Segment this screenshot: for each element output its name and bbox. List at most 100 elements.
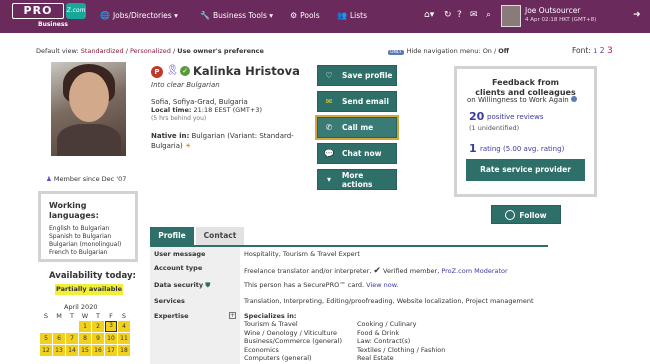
- data-security-text: This person has a SecurePRO™ card.: [244, 281, 365, 289]
- moderator-link[interactable]: ProZ.com Moderator: [441, 267, 507, 275]
- language-pair: Spanish to Bulgarian: [49, 233, 112, 240]
- more-actions-button[interactable]: ▾ More actions: [317, 169, 397, 190]
- calendar-day[interactable]: 10: [105, 333, 117, 344]
- calendar-day-header: S: [43, 312, 49, 320]
- nav-lists-label: Lists: [349, 11, 367, 20]
- data-security-value: This person has a SecurePRO™ card. View …: [244, 281, 399, 289]
- member-since: ♟ Member since Dec '07: [46, 175, 126, 183]
- calendar-day[interactable]: 17: [105, 345, 117, 356]
- profile-local-time: Local time: 21:18 EEST (GMT+3): [151, 106, 262, 114]
- profile-photo: [51, 62, 126, 156]
- save-profile-button[interactable]: ♡ Save profile: [317, 65, 397, 86]
- user-avatar[interactable]: [501, 5, 521, 27]
- native-label: Native in:: [151, 132, 190, 140]
- language-pair: French to Bulgarian: [49, 249, 108, 256]
- hide-nav-label: Hide navigation menu:: [406, 47, 481, 55]
- positive-label[interactable]: positive reviews: [487, 113, 543, 121]
- calendar-day[interactable]: 15: [79, 345, 91, 356]
- view-now-link[interactable]: View now.: [366, 281, 398, 289]
- unidentified-count: (1 unidentified): [469, 124, 520, 132]
- font-size-3[interactable]: 3: [607, 46, 613, 56]
- specialization-item: Computers (general): [244, 354, 312, 362]
- tab-profile[interactable]: Profile: [150, 227, 194, 245]
- tab-contact[interactable]: Contact: [196, 227, 244, 245]
- user-name[interactable]: Joe Outsourcer: [525, 6, 580, 15]
- calendar-day-header: F: [109, 312, 113, 320]
- specialization-item: Textiles / Clothing / Fashion: [357, 345, 446, 354]
- working-languages-title-2: languages:: [49, 211, 99, 220]
- view-personalized-link[interactable]: Personalized: [130, 47, 171, 55]
- checkmark-icon: ✔: [373, 266, 381, 276]
- top-navigation-bar: PRO Z.com Business 🌐 Jobs/Directories ▾ 🔧…: [0, 0, 650, 33]
- nav-business-tools-label: Business Tools ▾: [212, 11, 274, 20]
- chat-now-label: Chat now: [342, 149, 382, 158]
- logout-icon[interactable]: ➜: [633, 10, 641, 20]
- calendar-day-header: W: [81, 312, 89, 320]
- chat-now-button[interactable]: 💬 Chat now: [317, 143, 397, 164]
- calendar-day[interactable]: 7: [66, 333, 78, 344]
- proz-logo[interactable]: PRO Z.com Business: [12, 3, 90, 29]
- calendar-day[interactable]: 3: [105, 321, 117, 332]
- nav-jobs-directories[interactable]: 🌐 Jobs/Directories ▾: [100, 11, 178, 20]
- time-difference: (5 hrs behind you): [151, 115, 207, 122]
- calendar-day[interactable]: 12: [40, 345, 52, 356]
- mail-icon[interactable]: ✉: [470, 10, 478, 20]
- follow-button[interactable]: Follow: [491, 205, 561, 224]
- hide-nav-off: Off: [498, 47, 510, 55]
- verified-check-icon: ✓: [180, 66, 190, 76]
- envelope-icon: ✉: [325, 97, 333, 106]
- logo-text: PRO: [12, 3, 64, 19]
- send-email-label: Send email: [342, 97, 389, 106]
- positive-count[interactable]: 20: [469, 110, 484, 123]
- expertise-label: Expertise: [154, 312, 189, 320]
- nav-lists[interactable]: 👥 Lists: [337, 11, 367, 20]
- nav-jobs-label: Jobs/Directories ▾: [112, 11, 178, 20]
- expand-expertise-icon[interactable]: +: [229, 312, 236, 319]
- calendar-day[interactable]: 9: [92, 333, 104, 344]
- specialization-item: Tourism & Travel: [244, 320, 298, 328]
- pro-badge-icon: P: [151, 66, 163, 78]
- call-me-label: Call me: [342, 123, 374, 132]
- calendar-day[interactable]: 14: [66, 345, 78, 356]
- only-badge: ONLY: [388, 50, 404, 55]
- call-me-button[interactable]: ✆ Call me: [315, 115, 399, 140]
- hide-nav-on[interactable]: On: [483, 47, 492, 55]
- specialization-item: Real Estate: [357, 354, 394, 362]
- nav-pools-label: Pools: [300, 11, 320, 20]
- nav-business-tools[interactable]: 🔧 Business Tools ▾: [200, 11, 273, 20]
- chat-icon: 💬: [324, 149, 334, 158]
- home-icon[interactable]: ⌂▾: [424, 10, 434, 20]
- info-icon[interactable]: [570, 96, 577, 102]
- working-languages-title: Working languages:: [49, 201, 127, 221]
- working-languages-box: Working languages: English to Bulgarian S…: [38, 191, 138, 262]
- send-email-button[interactable]: ✉ Send email: [317, 91, 397, 112]
- calendar-day[interactable]: 8: [79, 333, 91, 344]
- font-size-2[interactable]: 2: [600, 46, 605, 55]
- calendar-day[interactable]: 16: [92, 345, 104, 356]
- calendar-day[interactable]: 2: [92, 321, 104, 332]
- search-icon[interactable]: ⌕: [486, 10, 491, 20]
- calendar-day-header: S: [121, 312, 127, 320]
- calendar-day[interactable]: 18: [118, 345, 130, 356]
- rating-count[interactable]: 1: [469, 142, 477, 155]
- save-profile-label: Save profile: [342, 71, 393, 80]
- view-standardized-link[interactable]: Standardized: [81, 47, 124, 55]
- nav-pools[interactable]: ⚙ Pools: [290, 11, 320, 20]
- calendar-day[interactable]: 6: [53, 333, 65, 344]
- rating-label[interactable]: rating (5.00 avg. rating): [480, 145, 564, 153]
- default-view-label: Default view:: [36, 47, 79, 55]
- calendar-day[interactable]: 11: [118, 333, 130, 344]
- help-icon[interactable]: ?: [457, 10, 462, 20]
- profile-location: Sofia, Sofiya-Grad, Bulgaria: [151, 98, 248, 106]
- refresh-icon[interactable]: ↻: [444, 10, 452, 20]
- person-icon: ♟: [46, 175, 52, 183]
- people-icon: 👥: [337, 11, 347, 20]
- rate-service-provider-button[interactable]: Rate service provider: [466, 159, 585, 181]
- profile-tagline: Into clear Bulgarian: [151, 81, 220, 89]
- availability-status: Partially available: [55, 284, 123, 295]
- calendar-day[interactable]: 13: [53, 345, 65, 356]
- font-size-1[interactable]: 1: [593, 47, 597, 55]
- calendar-day[interactable]: 1: [79, 321, 91, 332]
- calendar-day[interactable]: 4: [118, 321, 130, 332]
- calendar-day[interactable]: 5: [40, 333, 52, 344]
